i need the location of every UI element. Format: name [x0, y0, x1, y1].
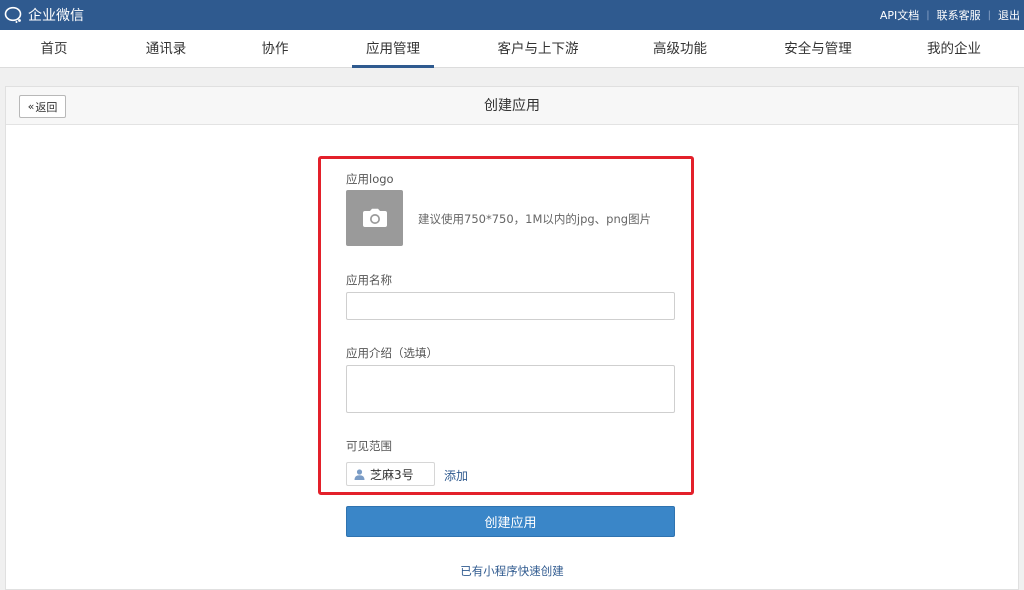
logo-hint: 建议使用750*750，1M以内的jpg、png图片 — [418, 212, 652, 226]
top-bar: 企业微信 API文档 | 联系客服 | 退出 — [0, 0, 1024, 30]
tab-collaboration[interactable]: 协作 — [252, 30, 298, 68]
create-app-button[interactable]: 创建应用 — [346, 506, 675, 537]
app-logo-label: 应用logo — [346, 172, 394, 186]
add-member-link[interactable]: 添加 — [444, 467, 468, 484]
visibility-scope-label: 可见范围 — [346, 439, 392, 453]
main-nav: 首页 通讯录 协作 应用管理 客户与上下游 高级功能 安全与管理 我的企业 — [0, 30, 1024, 68]
api-docs-link[interactable]: API文档 — [880, 7, 919, 23]
app-description-label: 应用介绍（选填） — [346, 346, 438, 360]
divider: | — [926, 9, 930, 21]
tab-security-management[interactable]: 安全与管理 — [776, 30, 860, 68]
member-name: 芝麻3号 — [370, 467, 414, 482]
member-chip[interactable]: 芝麻3号 — [346, 462, 435, 486]
miniprogram-quick-create-text[interactable]: 已有小程序快速创建 — [460, 564, 564, 578]
miniprogram-quick-create-link: 已有小程序快速创建 — [0, 563, 1024, 579]
logo-text: 企业微信 — [28, 8, 84, 24]
tab-app-management[interactable]: 应用管理 — [352, 30, 434, 68]
tab-customers-partners[interactable]: 客户与上下游 — [488, 30, 588, 68]
wecom-logo-icon — [4, 6, 22, 23]
app-name-input[interactable] — [346, 292, 675, 320]
app-name-label: 应用名称 — [346, 273, 392, 287]
wecom-logo[interactable]: 企业微信 — [4, 5, 84, 25]
panel-header: « 返回 创建应用 — [6, 87, 1018, 125]
tab-home[interactable]: 首页 — [28, 30, 80, 68]
page-title: 创建应用 — [484, 98, 540, 114]
tab-advanced-features[interactable]: 高级功能 — [644, 30, 716, 68]
person-icon — [354, 468, 365, 480]
logout-link[interactable]: 退出 — [998, 7, 1020, 23]
top-links: API文档 | 联系客服 | 退出 — [880, 0, 1020, 30]
tab-contacts[interactable]: 通讯录 — [138, 30, 194, 68]
camera-icon — [362, 208, 387, 227]
tab-my-enterprise[interactable]: 我的企业 — [918, 30, 990, 68]
app-description-input[interactable] — [346, 365, 675, 413]
divider: | — [987, 9, 991, 21]
contact-support-link[interactable]: 联系客服 — [937, 7, 981, 23]
logo-upload-button[interactable] — [346, 190, 403, 246]
